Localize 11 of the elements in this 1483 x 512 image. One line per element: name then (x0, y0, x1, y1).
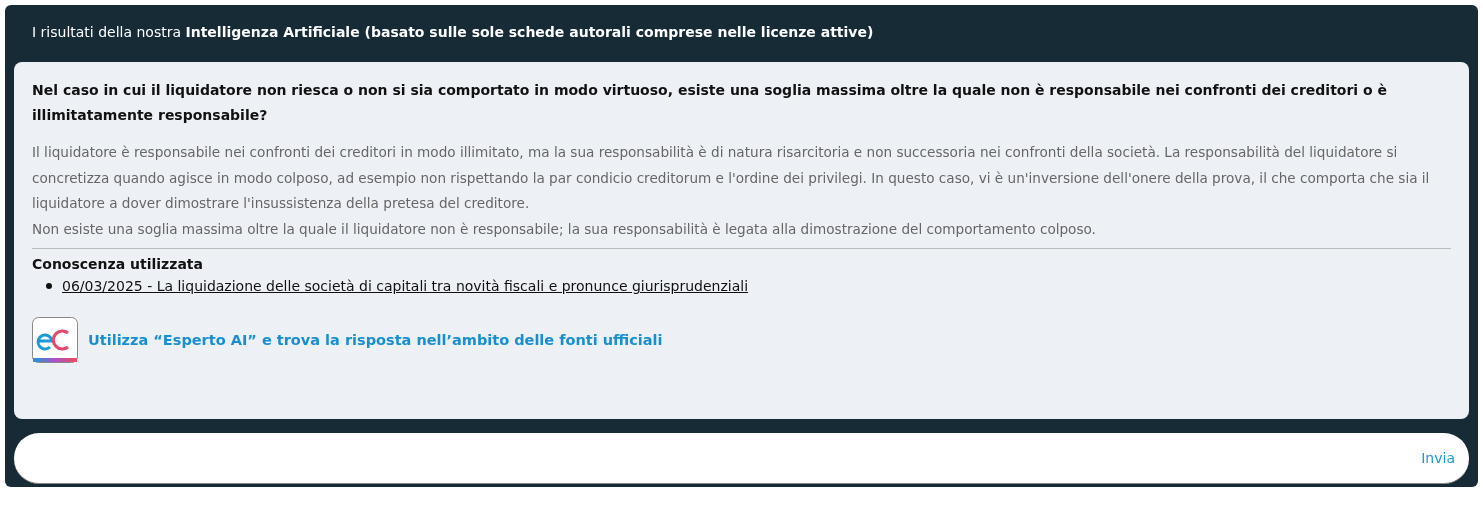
message-field[interactable]: Invia (14, 433, 1469, 484)
panel-title: I risultati della nostra Intelligenza Artificiale (basato sulle sole schede autorali comprese nelle licenze attive) (31, 23, 875, 42)
send-button[interactable]: Invia (1421, 450, 1455, 466)
logo-icon (32, 317, 78, 363)
question-text: Nel caso in cui il liquidatore non riesca o non si sia comportato in modo virtuoso, esiste una soglia massima oltre la quale non è responsabile nei confronti dei creditori o è illimitatamente responsabile? (32, 81, 1388, 125)
promo-link[interactable]: Utilizza “Esperto AI” e trova la risposta nell’ambito delle fonti ufficiali (88, 332, 663, 348)
sources-heading: Conoscenza utilizzata (32, 255, 204, 274)
bullet-icon (46, 283, 52, 289)
answer-paragraph: Non esiste una soglia massima oltre la quale il liquidatore non è responsabile; la sua responsabilità è legata alla dimostrazione del comportamento colposo. (32, 219, 1097, 239)
source-link[interactable]: 06/03/2025 - La liquidazione delle società di capitali tra novità fiscali e pronunce giurisprudenziali (62, 275, 749, 297)
answer-paragraph: Il liquidatore è responsabile nei confronti dei creditori in modo illimitato, ma la sua responsabilità è di natura risarcitoria e non successoria nei confronti della società. La responsabilità del liquidatore si concretizza quando agisce in modo colposo, ad esempio non rispettando la par condicio creditorum e l'ordine dei privilegi. In questo caso, vi è un'inversione dell'onere della prova, il che comporta che sia il liquidatore a dover dimostrare l'insussistenza della pretesa del creditore. (32, 143, 1431, 213)
